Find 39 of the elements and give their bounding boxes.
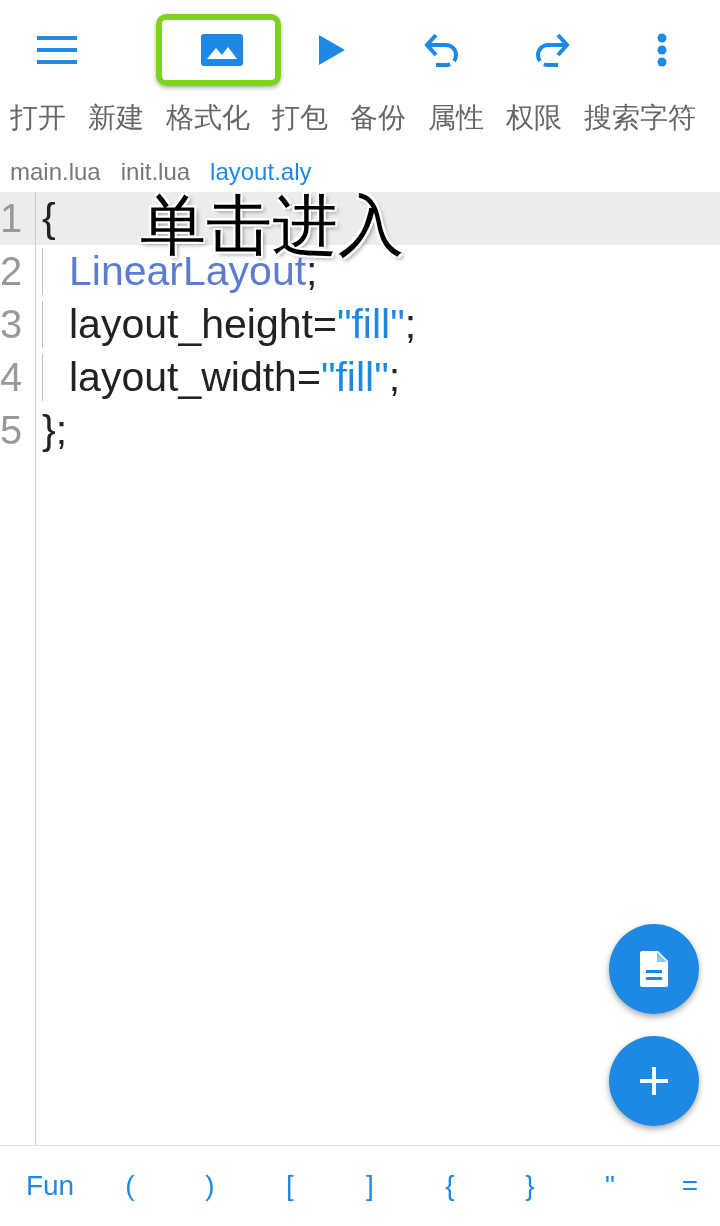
symbol-key[interactable]: ) [205, 1170, 215, 1202]
menu-item[interactable]: 备份 [350, 100, 406, 152]
menu-item[interactable]: 属性 [428, 100, 484, 152]
image-icon [201, 34, 243, 66]
symbol-key[interactable]: { [445, 1170, 455, 1202]
symbol-key[interactable]: ] [366, 1170, 374, 1202]
code-line: layout_height="fill"; [42, 301, 417, 348]
more-vertical-icon [657, 33, 667, 67]
file-tab[interactable]: layout.aly [210, 158, 312, 186]
menu-item[interactable]: 打开 [10, 100, 66, 152]
file-tab[interactable]: init.lua [120, 158, 191, 186]
symbol-key[interactable]: " [605, 1170, 615, 1202]
menu-item[interactable]: 打包 [272, 100, 328, 152]
document-button[interactable] [609, 924, 699, 1014]
line-number: 4 [0, 355, 24, 400]
play-icon [319, 35, 345, 65]
code-line: layout_width="fill"; [42, 354, 401, 401]
undo-icon [424, 31, 460, 69]
symbol-key[interactable]: ( [125, 1170, 135, 1202]
menu-icon [37, 36, 77, 64]
code-line: { [42, 195, 56, 242]
symbol-key[interactable]: } [525, 1170, 535, 1202]
file-tab[interactable]: main.lua [10, 158, 101, 186]
symbol-key[interactable]: Fun [25, 1170, 75, 1202]
code-line: }; [42, 407, 68, 454]
symbol-key[interactable]: = [681, 1170, 699, 1202]
document-icon [640, 951, 668, 987]
line-number: 2 [0, 249, 24, 294]
plus-icon [640, 1067, 668, 1095]
line-number: 5 [0, 408, 24, 453]
line-number: 1 [0, 196, 24, 241]
menu-item[interactable]: 权限 [506, 100, 562, 152]
menu-item[interactable]: 格式化 [166, 100, 250, 152]
menu-item[interactable]: 搜索字符 [584, 100, 696, 152]
add-button[interactable] [609, 1036, 699, 1126]
line-number: 3 [0, 302, 24, 347]
symbol-key[interactable]: [ [286, 1170, 294, 1202]
menu-item[interactable]: 新建 [88, 100, 144, 152]
redo-icon [534, 31, 570, 69]
